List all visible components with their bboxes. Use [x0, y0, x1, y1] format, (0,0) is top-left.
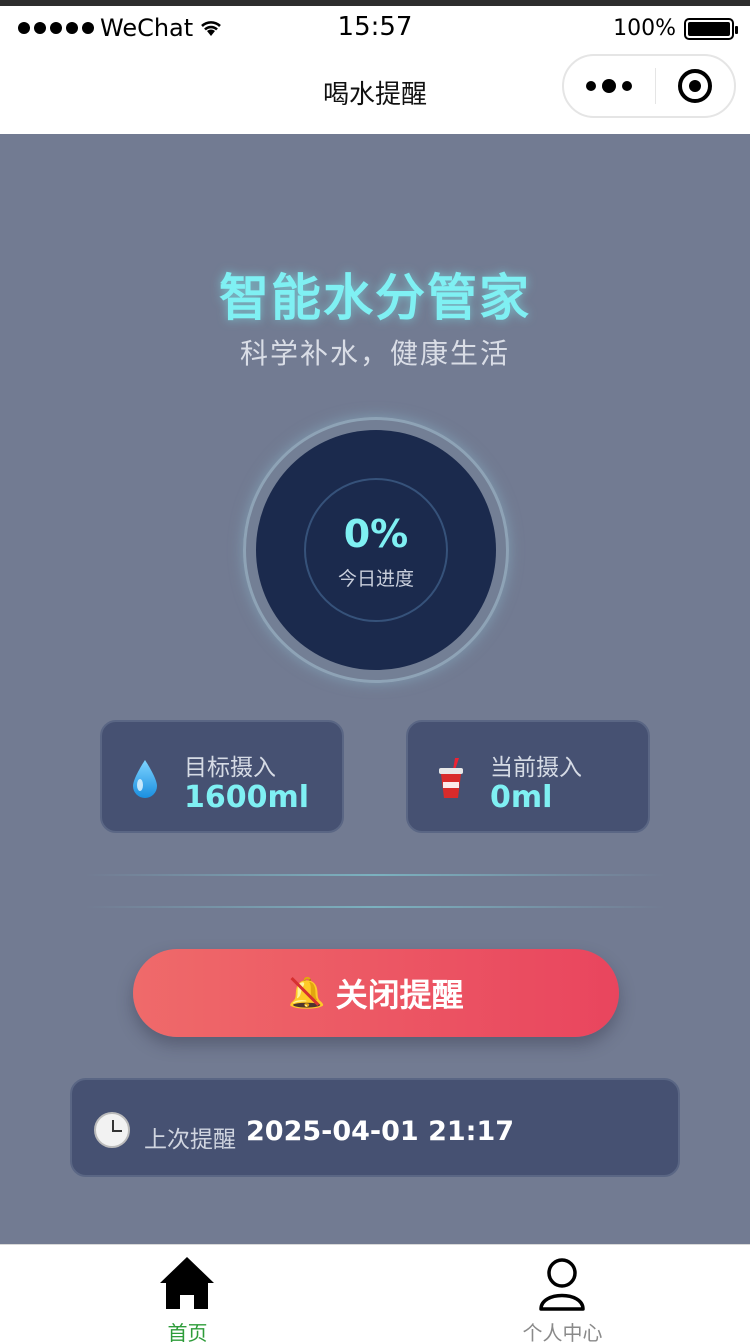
- nav-bar: 喝水提醒: [0, 48, 750, 134]
- divider-line-top: [85, 874, 665, 876]
- divider-line-bottom: [85, 906, 665, 908]
- more-button[interactable]: [586, 79, 632, 93]
- close-target-button[interactable]: [678, 69, 712, 103]
- target-value: 1600ml: [184, 780, 310, 815]
- user-icon: [539, 1258, 585, 1311]
- tab-home[interactable]: 首页: [0, 1245, 375, 1342]
- battery-area: 100%: [613, 16, 738, 41]
- capsule-divider: [654, 68, 656, 104]
- battery-percent: 100%: [613, 16, 676, 41]
- clock-icon: [94, 1112, 130, 1148]
- current-value: 0ml: [490, 780, 553, 815]
- current-label: 当前摄入: [490, 755, 582, 781]
- toggle-reminder-label: 关闭提醒: [335, 977, 464, 1013]
- tab-home-label: 首页: [167, 1321, 208, 1342]
- toggle-reminder-button[interactable]: 🔔 关闭提醒: [133, 949, 619, 1037]
- water-drop-icon: [133, 760, 157, 798]
- mini-program-capsule: [562, 54, 736, 118]
- target-label: 目标摄入: [184, 755, 276, 781]
- current-intake-card: 当前摄入 0ml: [406, 720, 650, 833]
- progress-label: 今日进度: [337, 568, 414, 590]
- tab-bar: 首页 个人中心: [0, 1244, 750, 1342]
- last-reminder-time: 2025-04-01 21:17: [246, 1116, 515, 1147]
- home-icon: [160, 1257, 214, 1309]
- hero-title: 智能水分管家: [219, 269, 531, 327]
- hero-subtitle: 科学补水，健康生活: [239, 337, 510, 370]
- last-reminder-box: 上次提醒 2025-04-01 21:17: [70, 1078, 680, 1177]
- cup-icon: [439, 758, 463, 798]
- progress-percent: 0%: [343, 512, 409, 556]
- last-reminder-label: 上次提醒: [144, 1127, 236, 1153]
- tab-profile[interactable]: 个人中心: [375, 1245, 750, 1342]
- status-bar: WeChat 15:57 100%: [0, 6, 750, 48]
- bell-off-icon: 🔔: [288, 976, 326, 1010]
- battery-icon: [684, 17, 738, 40]
- tab-profile-label: 个人中心: [522, 1321, 603, 1342]
- target-intake-card: 目标摄入 1600ml: [100, 720, 344, 833]
